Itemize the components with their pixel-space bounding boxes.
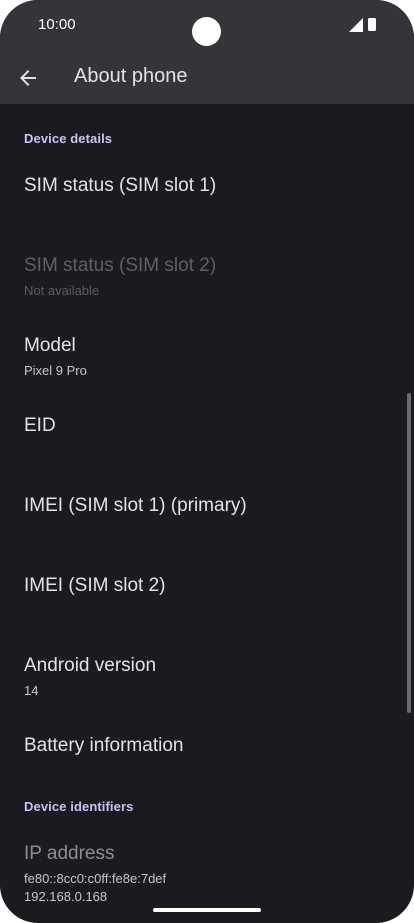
item-title: IP address — [24, 843, 115, 864]
item-title: SIM status (SIM slot 2) — [24, 255, 217, 276]
gesture-nav-handle[interactable] — [153, 908, 261, 912]
imei-slot-2-item[interactable]: IMEI (SIM slot 2) — [0, 559, 404, 639]
settings-list: Device details SIM status (SIM slot 1) S… — [0, 104, 414, 923]
camera-cutout — [192, 17, 221, 46]
section-header-device-details: Device details — [24, 131, 113, 146]
battery-information-item[interactable]: Battery information — [0, 719, 404, 799]
android-version-item[interactable]: Android version 14 — [0, 639, 404, 719]
model-item[interactable]: Model Pixel 9 Pro — [0, 319, 404, 399]
eid-item[interactable]: EID — [0, 399, 404, 479]
signal-icon — [349, 18, 363, 32]
sim-status-slot-2-item: SIM status (SIM slot 2) Not available — [0, 239, 404, 319]
ip-address-item[interactable]: IP address fe80::8cc0:c0ff:fe8e:7def 192… — [0, 829, 404, 919]
item-subtitle-line-1: fe80::8cc0:c0ff:fe8e:7def — [24, 871, 167, 886]
item-title: IMEI (SIM slot 2) — [24, 575, 166, 596]
scrollbar[interactable] — [407, 393, 411, 713]
phone-screen: 10:00 About phone Device details SIM sta… — [0, 0, 414, 923]
item-subtitle: 14 — [24, 683, 39, 698]
item-title: SIM status (SIM slot 1) — [24, 175, 217, 196]
app-bar: About phone — [0, 52, 414, 104]
item-subtitle: Pixel 9 Pro — [24, 363, 87, 378]
sim-status-slot-1-item[interactable]: SIM status (SIM slot 1) — [0, 159, 404, 239]
item-title: Android version — [24, 655, 157, 676]
page-title: About phone — [74, 65, 188, 87]
section-header-device-identifiers: Device identifiers — [24, 799, 134, 814]
item-subtitle-line-2: 192.168.0.168 — [24, 889, 108, 904]
arrow-back-icon[interactable] — [16, 66, 40, 90]
battery-icon — [368, 18, 376, 31]
item-subtitle: Not available — [24, 283, 100, 298]
item-title: Battery information — [24, 735, 184, 756]
status-time: 10:00 — [38, 16, 76, 33]
item-title: Model — [24, 335, 76, 356]
imei-slot-1-item[interactable]: IMEI (SIM slot 1) (primary) — [0, 479, 404, 559]
item-title: EID — [24, 415, 56, 436]
status-bar: 10:00 — [0, 0, 414, 52]
item-title: IMEI (SIM slot 1) (primary) — [24, 495, 247, 516]
